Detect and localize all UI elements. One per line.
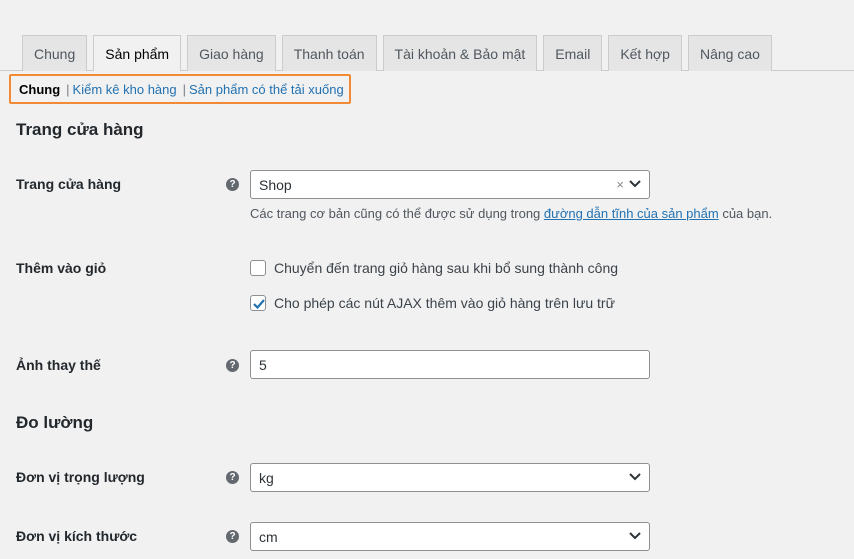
weight-unit-label: Đơn vị trọng lượng xyxy=(16,469,145,485)
clear-icon[interactable]: × xyxy=(616,177,624,192)
tab-email[interactable]: Email xyxy=(543,35,603,71)
subnav-general[interactable]: Chung xyxy=(19,82,60,97)
add-to-cart-label: Thêm vào giỏ xyxy=(16,260,107,276)
shop-page-value: Shop xyxy=(259,176,292,193)
help-icon[interactable]: ? xyxy=(226,471,239,484)
redirect-to-cart-checkbox[interactable] xyxy=(250,260,266,276)
chevron-down-icon xyxy=(629,473,641,481)
tab-products[interactable]: Sản phẩm xyxy=(93,35,182,72)
settings-tabs: Chung Sản phẩm Giao hàng Thanh toán Tài … xyxy=(22,35,778,72)
permalink-settings-link[interactable]: đường dẫn tĩnh của sản phẩm xyxy=(544,206,719,221)
weight-unit-value: kg xyxy=(259,469,274,486)
product-subnav: Chung | Kiểm kê kho hàng | Sản phẩm có t… xyxy=(9,74,351,104)
subnav-downloadable[interactable]: Sản phẩm có thể tải xuống xyxy=(189,82,344,97)
placeholder-image-label: Ảnh thay thế xyxy=(16,357,101,373)
help-icon[interactable]: ? xyxy=(226,359,239,372)
subnav-inventory[interactable]: Kiểm kê kho hàng xyxy=(73,82,177,97)
help-icon[interactable]: ? xyxy=(226,178,239,191)
help-icon[interactable]: ? xyxy=(226,530,239,543)
shop-page-label: Trang cửa hàng xyxy=(16,176,122,192)
ajax-add-to-cart-label: Cho phép các nút AJAX thêm vào giỏ hàng … xyxy=(274,295,615,311)
tab-general[interactable]: Chung xyxy=(22,35,88,71)
redirect-to-cart-label: Chuyển đến trang giỏ hàng sau khi bổ sun… xyxy=(274,260,619,276)
section-title-shop-pages: Trang cửa hàng xyxy=(16,120,144,139)
shop-page-description: Các trang cơ bản cũng có thể được sử dụn… xyxy=(250,206,773,221)
dimension-unit-label: Đơn vị kích thước xyxy=(16,528,138,544)
ajax-add-to-cart-option: Cho phép các nút AJAX thêm vào giỏ hàng … xyxy=(250,295,615,311)
tab-accounts-privacy[interactable]: Tài khoản & Bảo mật xyxy=(382,35,538,71)
section-title-measurements: Đo lường xyxy=(16,413,94,432)
checkmark-icon xyxy=(253,299,265,310)
placeholder-image-value: 5 xyxy=(259,356,267,373)
redirect-to-cart-option: Chuyển đến trang giỏ hàng sau khi bổ sun… xyxy=(250,260,618,276)
subnav-separator: | xyxy=(66,81,70,97)
chevron-down-icon xyxy=(629,532,641,540)
placeholder-image-input[interactable]: 5 xyxy=(250,350,650,379)
subnav-separator: | xyxy=(182,81,187,97)
dimension-unit-value: cm xyxy=(259,528,278,545)
tab-payments[interactable]: Thanh toán xyxy=(281,35,377,71)
tab-advanced[interactable]: Nâng cao xyxy=(687,35,772,71)
dimension-unit-select[interactable]: cm xyxy=(250,522,650,551)
tab-shipping[interactable]: Giao hàng xyxy=(187,35,276,71)
chevron-down-icon xyxy=(629,180,641,188)
weight-unit-select[interactable]: kg xyxy=(250,463,650,492)
ajax-add-to-cart-checkbox[interactable] xyxy=(250,295,266,311)
shop-page-select[interactable]: Shop × xyxy=(250,170,650,199)
tab-integration[interactable]: Kết hợp xyxy=(608,35,682,71)
